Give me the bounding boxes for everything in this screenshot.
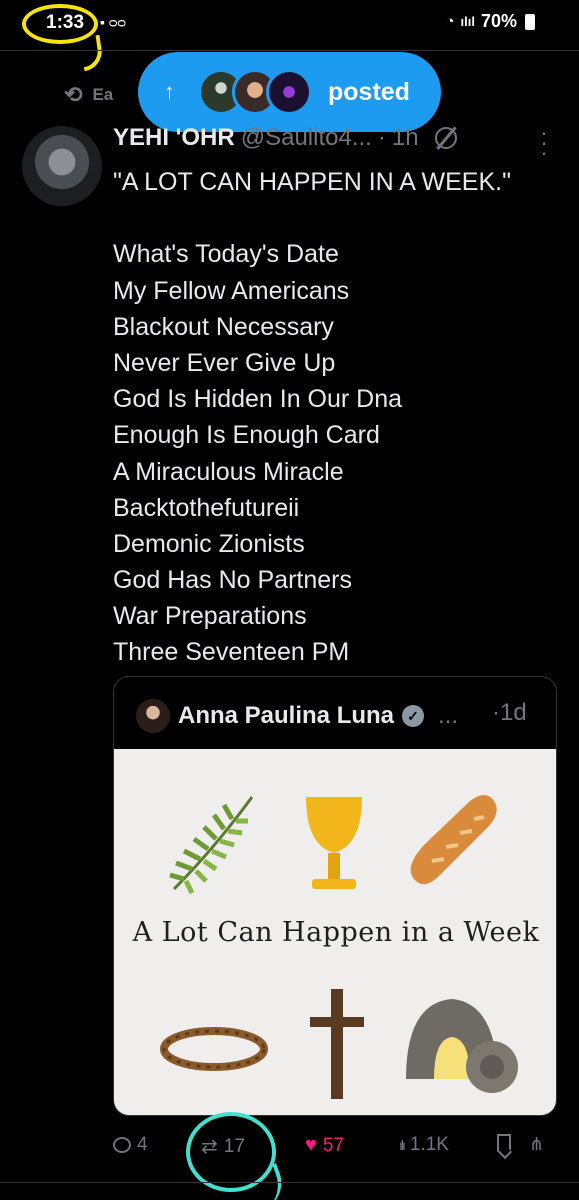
image-caption: A Lot Can Happen in a Week [132, 917, 540, 948]
voicemail-icon: ▪ ᴑᴑ [100, 14, 126, 30]
battery-percent: 70% [480, 11, 517, 31]
reply-button[interactable]: 4 [113, 1134, 148, 1156]
tweet-line: Blackout Necessary [113, 312, 334, 341]
avatar [266, 69, 312, 115]
divider [0, 1182, 579, 1183]
crown-of-thorns-icon [160, 1027, 268, 1071]
like-count: 57 [322, 1134, 345, 1156]
grok-icon[interactable] [434, 127, 457, 149]
views-button[interactable]: ılı 1.1K [399, 1134, 449, 1156]
annotation-tail [79, 34, 105, 72]
status-right: ◔ ılıl 70% [445, 11, 535, 32]
new-posts-pill[interactable]: ↑ posted [138, 52, 441, 132]
tweet-line: Backtothefutureii [113, 493, 300, 522]
divider [0, 50, 579, 51]
reply-count: 4 [137, 1134, 148, 1155]
tweet-line: God Is Hidden In Our Dna [113, 385, 403, 414]
reposted-by-label: Ea [92, 85, 114, 104]
quote-header: Anna Paulina Luna ✓ ... [136, 699, 458, 733]
separator-dot: · [492, 699, 500, 726]
separator-dot: · [377, 124, 386, 151]
repost-icon: ⟲ [64, 82, 83, 107]
tweet-actions: 4 ⇄ 17 ♥ 57 ılı 1.1K ⋔ [113, 1130, 553, 1160]
quote-age-wrap: ·1d [492, 699, 527, 727]
tweet-line: War Preparations [113, 602, 307, 631]
bookmark-button[interactable] [497, 1134, 511, 1152]
author-avatar[interactable] [22, 126, 102, 206]
empty-tomb-icon [406, 999, 518, 1093]
tweet-line [113, 200, 563, 236]
share-icon: ⋔ [529, 1134, 545, 1154]
cross-icon [310, 989, 364, 1099]
tweet-header: YEHI 'OHR @Saulito4... · 1h [113, 124, 553, 152]
battery-icon [525, 13, 535, 30]
more-options-icon[interactable]: · · · [539, 122, 549, 164]
views-icon: ılı [399, 1137, 406, 1153]
quote-author-name[interactable]: Anna Paulina Luna [178, 702, 394, 730]
tweet-line: A Miraculous Miracle [113, 457, 344, 486]
tweet-line: Enough Is Enough Card [113, 421, 380, 450]
bread-icon [410, 795, 497, 885]
palm-branch-icon [169, 796, 254, 895]
heart-icon: ♥ [305, 1134, 317, 1156]
status-time: 1:33 [46, 12, 85, 33]
view-count: 1.1K [409, 1134, 449, 1155]
tweet-line: Three Seventeen PM [113, 638, 350, 667]
author-name[interactable]: YEHI 'OHR [113, 124, 235, 152]
like-button[interactable]: ♥ 57 [305, 1134, 344, 1157]
pill-label: posted [328, 77, 410, 106]
author-handle[interactable]: @Saulito4... [241, 124, 372, 152]
tweet-line: Demonic Zionists [113, 529, 305, 558]
verified-badge-icon: ✓ [402, 705, 425, 727]
tweet-line: My Fellow Americans [113, 276, 350, 305]
pill-avatars [198, 69, 312, 115]
quote-image[interactable]: A Lot Can Happen in a Week [114, 749, 556, 1115]
tweet-text: "A LOT CAN HAPPEN IN A WEEK." What's Tod… [113, 164, 563, 671]
quote-age: 1d [500, 699, 527, 726]
quoted-post[interactable]: Anna Paulina Luna ✓ ... ·1d A Lot Can Ha… [113, 676, 557, 1116]
quote-author-avatar[interactable] [136, 699, 170, 733]
wifi-icon: ◔ [445, 13, 455, 30]
arrow-up-icon: ↑ [164, 79, 175, 104]
repost-indicator[interactable]: ⟲ Ea [64, 82, 113, 108]
tweet-age[interactable]: 1h [392, 124, 419, 152]
signal-icon: ılıl [460, 14, 475, 29]
tweet-line: Never Ever Give Up [113, 348, 336, 377]
reply-icon [113, 1137, 131, 1153]
bookmark-icon [497, 1134, 511, 1152]
share-button[interactable]: ⋔ [529, 1134, 544, 1155]
status-bar: 1:33 ▪ ᴑᴑ ◔ ılıl 70% [0, 0, 579, 72]
tweet-line: "A LOT CAN HAPPEN IN A WEEK." [113, 168, 511, 196]
chalice-icon [306, 797, 362, 889]
tweet-line: God Has No Partners [113, 566, 352, 595]
quote-handle-truncated: ... [438, 702, 459, 729]
tweet-line: What's Today's Date [113, 240, 339, 269]
